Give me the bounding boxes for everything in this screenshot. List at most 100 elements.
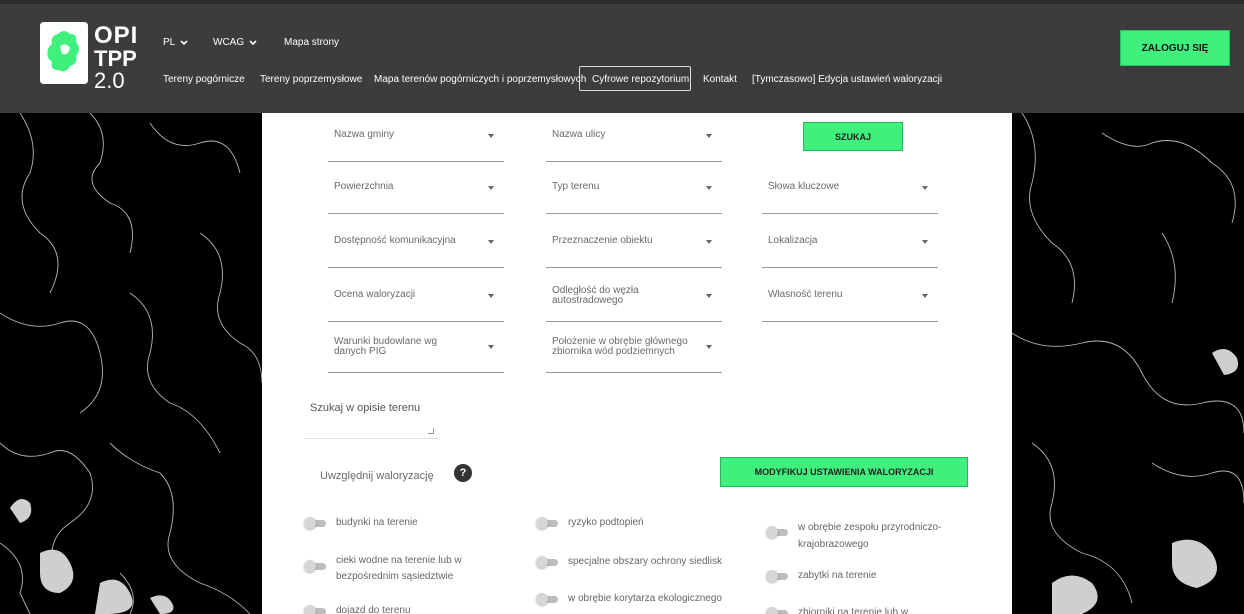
dropdown-label: Własność terenu [768, 289, 843, 300]
option-label: budynki na terenie [336, 517, 418, 528]
caret-down-icon [922, 240, 928, 244]
option-dojazd[interactable]: dojazd do terenu [304, 604, 484, 614]
caret-down-icon [922, 186, 928, 190]
option-specjalne-obszary[interactable]: specjalne obszary ochrony siedlisk [536, 555, 756, 569]
caret-down-icon [922, 294, 928, 298]
option-zbiorniki[interactable]: zbiorniki na terenie lub w [766, 606, 966, 614]
dropdown-wlasnosc-terenu[interactable]: Własność terenu [762, 276, 938, 322]
logo-line-2: TPP [94, 46, 137, 71]
dropdown-label: Warunki budowlane wg danych PIG [334, 336, 438, 357]
caret-down-icon [706, 345, 712, 349]
option-zespol-przyrodniczo-krajobrazowy[interactable]: w obrębie zespołu przyrodniczo-krajobraz… [766, 519, 966, 553]
option-label: zbiorniki na terenie lub w [798, 607, 909, 614]
caret-down-icon [706, 240, 712, 244]
dropdown-odleglosc-do-wezla[interactable]: Odległość do węzła autostradowego [546, 276, 722, 322]
dropdown-label: Typ terenu [552, 181, 600, 192]
logo[interactable]: OPI TPP 2.0 [38, 18, 148, 98]
toggle-switch[interactable] [766, 607, 790, 614]
dropdown-powierzchnia[interactable]: Powierzchnia [328, 168, 504, 214]
wcag-select[interactable]: WCAG [213, 37, 257, 48]
dropdown-nazwa-ulicy[interactable]: Nazwa ulicy [546, 116, 722, 162]
option-zabytki[interactable]: zabytki na terenie [766, 569, 966, 583]
logo-badge-icon [40, 22, 88, 84]
toggle-switch[interactable] [304, 560, 328, 572]
dropdown-label: Ocena waloryzacji [334, 289, 416, 300]
caret-down-icon [706, 294, 712, 298]
nav-tereny-poprzemyslowe[interactable]: Tereny poprzemysłowe [260, 74, 362, 85]
header-top-edge [0, 0, 1244, 4]
dropdown-ocena-waloryzacji[interactable]: Ocena waloryzacji [328, 276, 504, 322]
toggle-knob [304, 560, 316, 572]
language-select[interactable]: PL [163, 37, 188, 48]
option-label: zabytki na terenie [798, 570, 877, 581]
login-button[interactable]: ZALOGUJ SIĘ [1120, 30, 1230, 66]
caret-down-icon [488, 186, 494, 190]
toggle-knob [536, 517, 548, 529]
toggle-knob [766, 607, 778, 614]
toggle-knob [304, 605, 316, 614]
toggle-switch[interactable] [304, 605, 328, 614]
language-label: PL [163, 37, 176, 48]
option-label: cieki wodne na terenie lub w bezpośredni… [336, 555, 462, 582]
toggle-switch[interactable] [536, 593, 560, 605]
nav-kontakt[interactable]: Kontakt [703, 74, 737, 85]
help-icon[interactable]: ? [454, 464, 472, 482]
caret-down-icon [488, 294, 494, 298]
caret-down-icon [488, 134, 494, 138]
toggle-switch[interactable] [304, 517, 328, 529]
caret-down-icon [706, 134, 712, 138]
toggle-switch[interactable] [766, 570, 790, 582]
caret-down-icon [488, 240, 494, 244]
dropdown-label: Powierzchnia [334, 181, 394, 192]
map-background-left [0, 113, 262, 614]
option-cieki-wodne[interactable]: cieki wodne na terenie lub w bezpośredni… [304, 553, 504, 585]
chevron-down-icon [180, 39, 188, 45]
nav-edycja-waloryzacji[interactable]: [Tymczasowo] Edycja ustawień waloryzacji [752, 74, 942, 85]
dropdown-label: Dostępność komunikacyjna [334, 235, 456, 246]
option-label: dojazd do terenu [336, 605, 411, 614]
dropdown-dostepnosc-komunikacyjna[interactable]: Dostępność komunikacyjna [328, 222, 504, 268]
option-budynki[interactable]: budynki na terenie [304, 516, 484, 530]
option-ryzyko-podtopien[interactable]: ryzyko podtopień [536, 516, 736, 530]
toggle-knob [766, 526, 778, 538]
nav-tereny-pogornicze[interactable]: Tereny pogórnicze [163, 74, 245, 85]
dropdown-label: Słowa kluczowe [768, 181, 840, 192]
dropdown-label: Położenie w obrębie głównego zbiornika w… [552, 336, 688, 357]
filter-panel: Nazwa gminy Nazwa ulicy SZUKAJ Powierzch… [262, 113, 1012, 614]
dropdown-nazwa-gminy[interactable]: Nazwa gminy [328, 116, 504, 162]
dropdown-label: Przeznaczenie obiektu [552, 235, 653, 246]
nav-mapa-terenow[interactable]: Mapa terenów pogórniczych i poprzemysłow… [374, 74, 586, 85]
toggle-switch[interactable] [766, 526, 790, 538]
resize-handle-icon[interactable] [428, 428, 434, 434]
toggle-switch[interactable] [536, 556, 560, 568]
dropdown-label: Lokalizacja [768, 235, 818, 246]
toggle-switch[interactable] [536, 517, 560, 529]
modify-valorization-button[interactable]: MODYFIKUJ USTAWIENIA WALORYZACJI [720, 457, 968, 487]
valorization-label: Uwzględnij waloryzację [320, 470, 434, 482]
logo-line-3: 2.0 [94, 68, 125, 93]
toggle-knob [766, 570, 778, 582]
dropdown-label: Nazwa gminy [334, 129, 395, 140]
dropdown-polozenie-zbiornika[interactable]: Położenie w obrębie głównego zbiornika w… [546, 327, 722, 373]
nav-cyfrowe-repozytorium[interactable]: Cyfrowe repozytorium [592, 74, 689, 85]
dropdown-label: Nazwa ulicy [552, 129, 606, 140]
dropdown-slowa-kluczowe[interactable]: Słowa kluczowe [762, 168, 938, 214]
search-button[interactable]: SZUKAJ [803, 122, 903, 151]
option-label: ryzyko podtopień [568, 517, 644, 528]
toggle-knob [536, 593, 548, 605]
sitemap-link[interactable]: Mapa strony [284, 37, 339, 48]
wcag-label: WCAG [213, 37, 245, 48]
dropdown-typ-terenu[interactable]: Typ terenu [546, 168, 722, 214]
toggle-knob [304, 517, 316, 529]
dropdown-przeznaczenie-obiektu[interactable]: Przeznaczenie obiektu [546, 222, 722, 268]
dropdown-lokalizacja[interactable]: Lokalizacja [762, 222, 938, 268]
description-search-label: Szukaj w opisie terenu [310, 402, 421, 414]
option-korytarz-ekologiczny[interactable]: w obrębie korytarza ekologicznego [536, 592, 756, 606]
caret-down-icon [488, 345, 494, 349]
dropdown-warunki-budowlane[interactable]: Warunki budowlane wg danych PIG [328, 327, 504, 373]
dropdown-label: Odległość do węzła autostradowego [552, 285, 639, 306]
app-header: OPI TPP 2.0 PL WCAG Mapa strony Tereny p… [0, 0, 1244, 113]
option-label: w obrębie zespołu przyrodniczo-krajobraz… [798, 522, 942, 550]
description-search-input[interactable] [304, 415, 438, 439]
caret-down-icon [706, 186, 712, 190]
